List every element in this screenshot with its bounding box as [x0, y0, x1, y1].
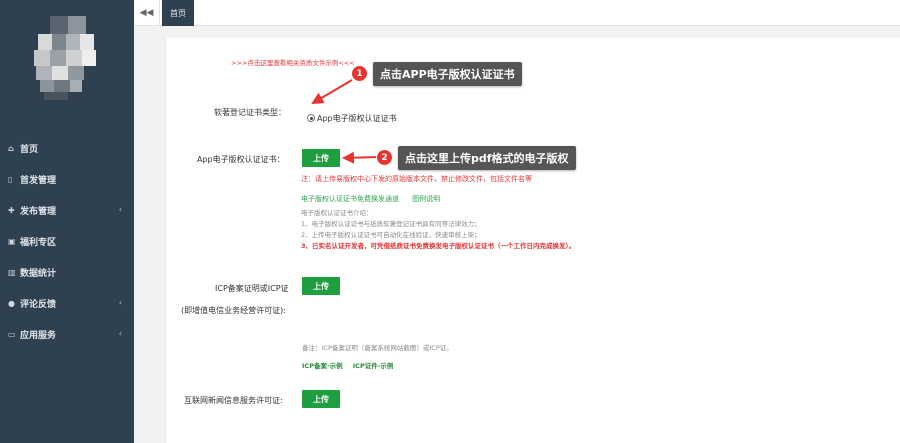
cert-type-label: 软著登记证书类型： — [214, 108, 286, 117]
publish-icon: ✚ — [8, 206, 15, 215]
intro-title: 电子版权认证证书介绍： — [301, 209, 373, 217]
callout-two: 点击这里上传pdf格式的电子版权 — [398, 146, 576, 170]
avatar[interactable] — [30, 14, 100, 104]
cert-type-radio-group[interactable]: App电子版权认证证书 — [307, 106, 397, 125]
home-icon: ⌂ — [8, 144, 14, 153]
intro-line-3: 3、已实名认证开发者，可凭借纸质证书免费换发电子版权认证证书（一个工作日内完成换… — [301, 242, 576, 250]
sidebar-item-home[interactable]: ⌂ 首页 — [0, 133, 134, 164]
free-exchange-row: 电子版权认证证书免费换发通道 图例说明 — [301, 186, 440, 205]
icp-label-sub: (即增值电信业务经营许可证): — [181, 306, 286, 315]
intro-line-2: 2、上传电子版权认证证书可自动化在线验证，快速审核上架； — [301, 231, 481, 239]
chevron-left-icon: ‹ — [118, 329, 122, 338]
intro-line-1: 1、电子版权认证证书与纸质软著登记证书具有同等法律效力； — [301, 220, 481, 228]
chart-icon: ▥ — [8, 268, 16, 277]
step-badge-2: 2 — [376, 149, 393, 166]
sidebar-item-label: 首发管理 — [20, 176, 57, 186]
sidebar-item-first-release[interactable]: ▯ 首发管理 — [0, 164, 134, 195]
cert-type-radio[interactable] — [307, 114, 315, 122]
app-cert-upload-button[interactable]: 上传 — [302, 149, 340, 167]
sidebar-item-label: 数据统计 — [20, 269, 57, 279]
app-cert-label: App电子版权认证证书： — [197, 155, 285, 164]
callout-one: 点击APP电子版权认证证书 — [373, 62, 522, 86]
sidebar-nav: ⌂ 首页 ▯ 首发管理 ✚ 发布管理 ‹ ▣ 福利专区 ▥ 数据统计 ● 评论反… — [0, 133, 134, 350]
free-exchange-link[interactable]: 电子版权认证证书免费换发通道 — [301, 195, 399, 203]
sidebar-item-label: 首页 — [20, 145, 39, 155]
sidebar: ⌂ 首页 ▯ 首发管理 ✚ 发布管理 ‹ ▣ 福利专区 ▥ 数据统计 ● 评论反… — [0, 0, 134, 443]
icp-license-example-link[interactable]: ICP证件-示例 — [353, 362, 394, 370]
chevron-left-icon: ‹ — [118, 298, 122, 307]
icp-label: ICP备案证明或ICP证 — [215, 284, 289, 293]
sidebar-item-statistics[interactable]: ▥ 数据统计 — [0, 257, 134, 288]
chevron-left-icon: ‹ — [118, 205, 122, 214]
sidebar-item-app-services[interactable]: ▭ 应用服务 ‹ — [0, 319, 134, 350]
sidebar-item-label: 评论反馈 — [20, 300, 57, 310]
collapse-sidebar-button[interactable]: ◀◀ — [134, 0, 160, 26]
upload-note: 注：请上传易版权中心下发的原始版本文件，禁止修改文件，包括文件名等 — [301, 175, 532, 183]
comment-icon: ● — [8, 299, 15, 308]
file-icon: ▯ — [8, 175, 13, 184]
sample-files-link[interactable]: >>>点击这里查看相关资质文件示例<<< — [231, 57, 355, 67]
icp-record-example-link[interactable]: ICP备案-示例 — [302, 362, 343, 370]
icp-examples: ICP备案-示例 ICP证件-示例 — [302, 353, 393, 372]
app-window: ⌂ 首页 ▯ 首发管理 ✚ 发布管理 ‹ ▣ 福利专区 ▥ 数据统计 ● 评论反… — [0, 0, 900, 443]
monitor-icon: ▭ — [8, 330, 16, 339]
sidebar-item-publish[interactable]: ✚ 发布管理 ‹ — [0, 195, 134, 226]
sidebar-item-label: 应用服务 — [20, 331, 57, 341]
icp-note: 备注：ICP备案证明（备案系统网站截图）或ICP证。 — [302, 344, 453, 352]
news-license-label: 互联网新闻信息服务许可证: — [184, 396, 283, 405]
sidebar-item-label: 福利专区 — [20, 238, 57, 248]
gift-icon: ▣ — [8, 237, 16, 246]
sidebar-item-welfare[interactable]: ▣ 福利专区 — [0, 226, 134, 257]
sidebar-item-feedback[interactable]: ● 评论反馈 ‹ — [0, 288, 134, 319]
cert-type-option-label: App电子版权认证证书 — [317, 114, 397, 123]
legend-link[interactable]: 图例说明 — [412, 195, 440, 203]
sidebar-item-label: 发布管理 — [20, 207, 57, 217]
top-bar: ◀◀ 首页 — [134, 0, 900, 26]
icp-upload-button[interactable]: 上传 — [302, 277, 340, 295]
double-chevron-left-icon: ◀◀ — [139, 8, 154, 18]
tab-home[interactable]: 首页 — [162, 0, 194, 26]
news-license-upload-button[interactable]: 上传 — [302, 390, 340, 408]
step-badge-1: 1 — [351, 65, 368, 82]
